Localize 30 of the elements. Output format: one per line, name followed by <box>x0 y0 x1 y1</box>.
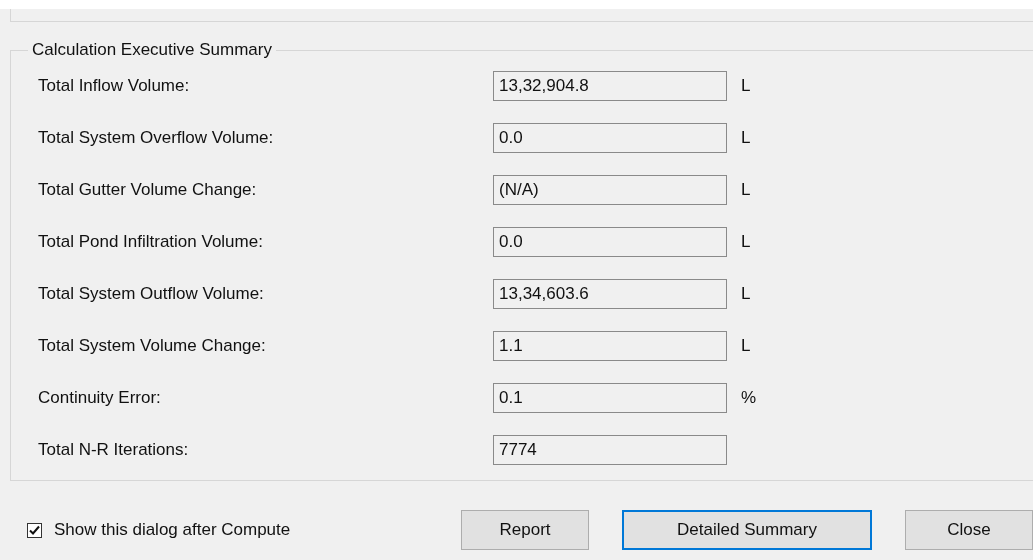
field-label: Total Inflow Volume: <box>38 76 191 96</box>
dialog-button[interactable]: Close <box>905 510 1033 550</box>
value-field[interactable]: 1.1 <box>493 331 727 361</box>
value-field[interactable]: 0.0 <box>493 227 727 257</box>
field-label: Total Gutter Volume Change: <box>38 180 258 200</box>
dialog-button[interactable]: Report <box>461 510 589 550</box>
value-field[interactable]: 7774 <box>493 435 727 465</box>
value-field[interactable]: 13,32,904.8 <box>493 71 727 101</box>
unit-label: L <box>741 284 751 304</box>
value-field[interactable]: (N/A) <box>493 175 727 205</box>
unit-label: L <box>741 232 751 252</box>
field-label: Total System Volume Change: <box>38 336 267 356</box>
group-title: Calculation Executive Summary <box>31 40 273 60</box>
unit-label: L <box>741 336 751 356</box>
show-dialog-checkbox[interactable]: Show this dialog after Compute <box>27 520 461 540</box>
field-label: Total Pond Infiltration Volume: <box>38 232 264 252</box>
field-label: Continuity Error: <box>38 388 162 408</box>
value-field[interactable]: 0.0 <box>493 123 727 153</box>
check-icon <box>29 524 40 536</box>
field-label: Total System Overflow Volume: <box>38 128 275 148</box>
unit-label: L <box>741 180 751 200</box>
checkbox[interactable] <box>27 522 42 538</box>
value-field[interactable]: 13,34,603.6 <box>493 279 727 309</box>
dialog-button[interactable]: Detailed Summary <box>622 510 872 550</box>
unit-label: L <box>741 76 751 96</box>
field-label: Total System Outflow Volume: <box>38 284 265 304</box>
unit-label: L <box>741 128 751 148</box>
field-label: Total N-R Iterations: <box>38 440 190 460</box>
value-field[interactable]: 0.1 <box>493 383 727 413</box>
unit-label: % <box>741 388 757 408</box>
